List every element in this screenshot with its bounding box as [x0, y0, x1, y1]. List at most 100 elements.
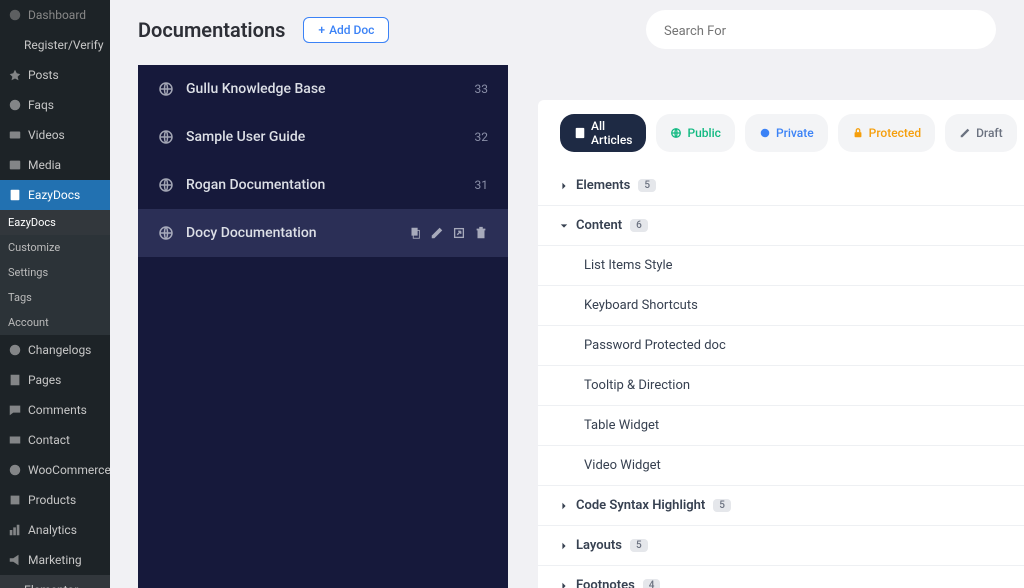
label: Changelogs — [28, 343, 91, 357]
label: Elements — [576, 178, 630, 193]
label: WooCommerce — [28, 463, 110, 477]
label: Draft — [976, 126, 1003, 140]
doc-count: 32 — [475, 130, 489, 144]
filter-tabs: All Articles Public Private Protected Dr… — [538, 100, 1024, 166]
sidebar-item-dashboard[interactable]: Dashboard — [0, 0, 110, 30]
header: Documentations + Add Doc — [110, 0, 1024, 65]
sidebar-item-register[interactable]: Register/Verify — [0, 30, 110, 60]
tree-leaf[interactable]: List Items Style — [538, 246, 1024, 286]
doc-item[interactable]: Sample User Guide 32 — [138, 113, 508, 161]
tree-section-code[interactable]: Code Syntax Highlight 5 — [538, 486, 1024, 526]
woo-icon — [8, 463, 22, 477]
label: Content — [576, 218, 622, 233]
add-doc-button[interactable]: + Add Doc — [303, 17, 389, 43]
doc-title: Sample User Guide — [186, 129, 467, 145]
tree-section-elements[interactable]: Elements 5 — [538, 166, 1024, 206]
filter-all[interactable]: All Articles — [560, 114, 646, 152]
submenu-settings[interactable]: Settings — [0, 260, 110, 285]
main-area: Documentations + Add Doc Gullu Knowledge… — [110, 0, 1024, 588]
tree-leaf[interactable]: Table Widget — [538, 406, 1024, 446]
doc-count: 33 — [475, 82, 489, 96]
sidebar-item-contact[interactable]: Contact — [0, 425, 110, 455]
sidebar-item-comments[interactable]: Comments — [0, 395, 110, 425]
sidebar-item-products[interactable]: Products — [0, 485, 110, 515]
filter-private[interactable]: Private — [745, 114, 828, 152]
sidebar-item-videos[interactable]: Videos — [0, 120, 110, 150]
globe-icon — [158, 177, 174, 193]
filter-protected[interactable]: Protected — [838, 114, 935, 152]
globe-icon — [158, 81, 174, 97]
label: EazyDocs — [28, 188, 80, 202]
label: Protected — [869, 126, 921, 140]
filter-public[interactable]: Public — [656, 114, 734, 152]
faq-icon — [8, 98, 22, 112]
globe-icon — [670, 127, 682, 139]
globe-icon — [158, 225, 174, 241]
submenu-tags[interactable]: Tags — [0, 285, 110, 310]
label: Contact — [28, 433, 70, 447]
doc-actions — [408, 226, 488, 240]
submenu-account[interactable]: Account — [0, 310, 110, 335]
caret-right-icon — [560, 502, 568, 510]
tree-section-layouts[interactable]: Layouts 5 — [538, 526, 1024, 566]
trash-icon[interactable] — [474, 226, 488, 240]
sidebar-item-marketing[interactable]: Marketing — [0, 545, 110, 575]
sidebar-item-analytics[interactable]: Analytics — [0, 515, 110, 545]
articles-panel: All Articles Public Private Protected Dr… — [538, 100, 1024, 588]
label: Private — [776, 126, 814, 140]
doc-item-active[interactable]: Docy Documentation — [138, 209, 508, 257]
mail-icon — [8, 433, 22, 447]
doc-title: Docy Documentation — [186, 225, 408, 241]
count-badge: 5 — [638, 179, 656, 192]
doc-item[interactable]: Rogan Documentation 31 — [138, 161, 508, 209]
label: Elementor — [24, 583, 78, 588]
media-icon — [8, 158, 22, 172]
search-input[interactable] — [664, 24, 978, 39]
pin-icon — [8, 68, 22, 82]
sidebar-item-posts[interactable]: Posts — [0, 60, 110, 90]
sidebar-item-media[interactable]: Media — [0, 150, 110, 180]
copy-icon[interactable] — [408, 226, 422, 240]
tree-leaf[interactable]: Video Widget — [538, 446, 1024, 486]
external-link-icon[interactable] — [452, 226, 466, 240]
doc-title: Gullu Knowledge Base — [186, 81, 467, 97]
product-icon — [8, 493, 22, 507]
count-badge: 5 — [630, 539, 648, 552]
doc-icon — [574, 127, 586, 139]
label: Analytics — [28, 523, 77, 537]
filter-draft[interactable]: Draft — [945, 114, 1017, 152]
sidebar-item-faqs[interactable]: Faqs — [0, 90, 110, 120]
label: Marketing — [28, 553, 82, 567]
sidebar-item-changelogs[interactable]: Changelogs — [0, 335, 110, 365]
caret-down-icon — [560, 222, 568, 230]
submenu-customize[interactable]: Customize — [0, 235, 110, 260]
plus-icon: + — [318, 23, 325, 37]
label: Faqs — [28, 98, 54, 112]
count-badge: 5 — [713, 499, 731, 512]
sidebar-item-eazydocs[interactable]: EazyDocs — [0, 180, 110, 210]
submenu-eazydocs[interactable]: EazyDocs — [0, 210, 110, 235]
lock-icon — [852, 127, 864, 139]
label: Footnotes — [576, 578, 635, 588]
article-tree: Elements 5 Content 6 List Items Style Ke… — [538, 166, 1024, 588]
page-title: Documentations — [138, 18, 285, 42]
label: Code Syntax Highlight — [576, 498, 705, 513]
sidebar-item-elementor[interactable]: Elementor — [0, 575, 110, 588]
tree-leaf[interactable]: Tooltip & Direction — [538, 366, 1024, 406]
tree-section-footnotes[interactable]: Footnotes 4 — [538, 566, 1024, 588]
tree-leaf[interactable]: Keyboard Shortcuts — [538, 286, 1024, 326]
draft-icon — [959, 127, 971, 139]
label: Pages — [28, 373, 61, 387]
doc-item[interactable]: Gullu Knowledge Base 33 — [138, 65, 508, 113]
tree-section-content[interactable]: Content 6 — [538, 206, 1024, 246]
sidebar-item-pages[interactable]: Pages — [0, 365, 110, 395]
edit-icon[interactable] — [430, 226, 444, 240]
count-badge: 6 — [630, 219, 648, 232]
search-box[interactable] — [646, 10, 996, 49]
video-icon — [8, 128, 22, 142]
sidebar-item-woo[interactable]: WooCommerce — [0, 455, 110, 485]
marketing-icon — [8, 553, 22, 567]
tree-leaf[interactable]: Password Protected doc — [538, 326, 1024, 366]
content-row: Gullu Knowledge Base 33 Sample User Guid… — [110, 65, 1024, 588]
globe-icon — [158, 129, 174, 145]
